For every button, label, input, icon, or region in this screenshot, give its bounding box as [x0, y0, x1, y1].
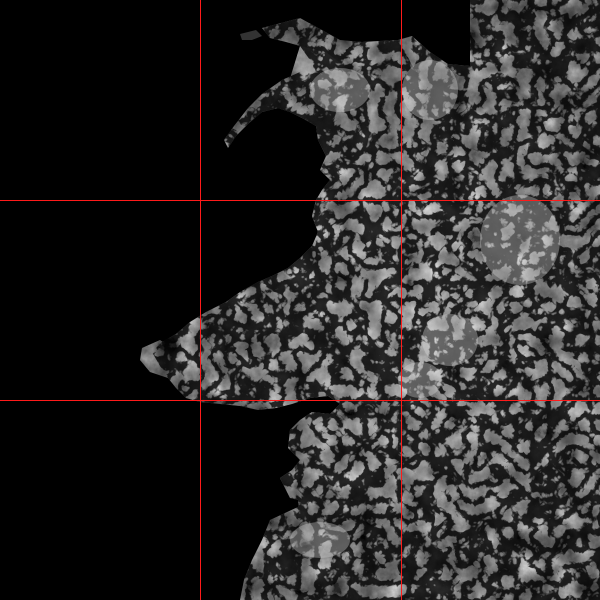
land-islet [240, 30, 262, 40]
map-viewport[interactable] [0, 0, 600, 600]
elevation-map [140, 0, 600, 600]
